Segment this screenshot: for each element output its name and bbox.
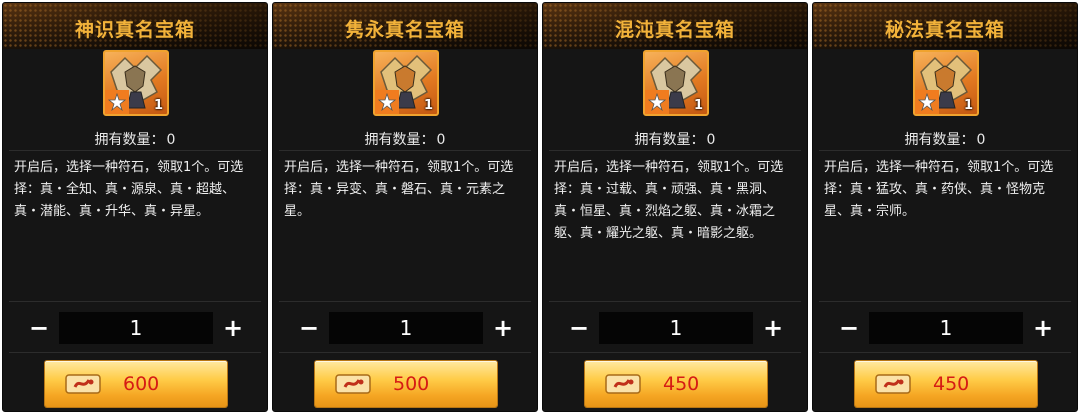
ticket-icon bbox=[65, 374, 101, 394]
chest-item-slot[interactable]: 1 bbox=[913, 50, 979, 116]
chest-card: 混沌真名宝箱 1 拥有数量： 0 开启后，选择一种符石，领取1个。可选择：真・过载… bbox=[542, 2, 808, 412]
chest-title: 混沌真名宝箱 bbox=[614, 19, 735, 41]
buy-button[interactable]: 600 bbox=[45, 361, 227, 407]
quantity-field[interactable]: 1 bbox=[869, 312, 1023, 344]
owned-label: 拥有数量： bbox=[94, 132, 165, 148]
ticket-icon bbox=[605, 374, 641, 394]
chest-item-slot[interactable]: 1 bbox=[103, 50, 169, 116]
divider bbox=[9, 352, 261, 353]
increase-button[interactable]: + bbox=[1029, 314, 1057, 342]
divider bbox=[9, 150, 261, 151]
owned-count-row: 拥有数量： 0 bbox=[3, 129, 267, 149]
owned-count: 0 bbox=[166, 132, 176, 148]
chest-item-slot[interactable]: 1 bbox=[373, 50, 439, 116]
divider bbox=[549, 352, 801, 353]
card-header: 混沌真名宝箱 bbox=[543, 3, 807, 49]
decrease-button[interactable]: − bbox=[835, 314, 863, 342]
divider bbox=[279, 150, 531, 151]
chest-shop: 神识真名宝箱 1 拥有数量： 0 开启后，选择一种符石，领取1个。可选择：真・全知… bbox=[0, 0, 1080, 415]
divider bbox=[279, 301, 531, 302]
decrease-button[interactable]: − bbox=[25, 314, 53, 342]
price: 600 bbox=[123, 373, 160, 395]
owned-label: 拥有数量： bbox=[634, 132, 705, 148]
item-count: 1 bbox=[423, 98, 433, 113]
chest-description: 开启后，选择一种符石，领取1个。可选择：真・过载、真・顽强、真・黑洞、真・恒星、… bbox=[554, 160, 784, 241]
chest-card: 秘法真名宝箱 1 拥有数量： 0 开启后，选择一种符石，领取1个。可选择：真・猛攻… bbox=[812, 2, 1078, 412]
decrease-button[interactable]: − bbox=[295, 314, 323, 342]
buy-button[interactable]: 450 bbox=[585, 361, 767, 407]
owned-count-row: 拥有数量： 0 bbox=[813, 129, 1077, 149]
quantity-field[interactable]: 1 bbox=[59, 312, 213, 344]
decrease-button[interactable]: − bbox=[565, 314, 593, 342]
increase-button[interactable]: + bbox=[219, 314, 247, 342]
quantity-field[interactable]: 1 bbox=[329, 312, 483, 344]
quantity-stepper: − 1 + bbox=[25, 312, 247, 344]
owned-count: 0 bbox=[706, 132, 716, 148]
quantity-stepper: − 1 + bbox=[565, 312, 787, 344]
chest-title: 神识真名宝箱 bbox=[74, 19, 195, 41]
chest-item-slot[interactable]: 1 bbox=[643, 50, 709, 116]
card-header: 神识真名宝箱 bbox=[3, 3, 267, 49]
card-header: 隽永真名宝箱 bbox=[273, 3, 537, 49]
item-count: 1 bbox=[153, 98, 163, 113]
quantity-stepper: − 1 + bbox=[295, 312, 517, 344]
card-header: 秘法真名宝箱 bbox=[813, 3, 1077, 49]
buy-button[interactable]: 450 bbox=[855, 361, 1037, 407]
quantity-stepper: − 1 + bbox=[835, 312, 1057, 344]
chest-card: 隽永真名宝箱 1 拥有数量： 0 开启后，选择一种符石，领取1个。可选择：真・异变… bbox=[272, 2, 538, 412]
owned-count: 0 bbox=[436, 132, 446, 148]
item-count: 1 bbox=[963, 98, 973, 113]
chest-description: 开启后，选择一种符石，领取1个。可选择：真・全知、真・源泉、真・超越、真・潜能、… bbox=[14, 160, 244, 219]
ticket-icon bbox=[875, 374, 911, 394]
divider bbox=[819, 150, 1071, 151]
divider bbox=[549, 150, 801, 151]
price: 450 bbox=[933, 373, 970, 395]
price: 450 bbox=[663, 373, 700, 395]
chest-description: 开启后，选择一种符石，领取1个。可选择：真・猛攻、真・药侠、真・怪物克星、真・宗… bbox=[824, 160, 1054, 219]
price: 500 bbox=[393, 373, 430, 395]
chest-title: 隽永真名宝箱 bbox=[344, 19, 465, 41]
chest-description: 开启后，选择一种符石，领取1个。可选择：真・异变、真・磐石、真・元素之星。 bbox=[284, 160, 514, 219]
divider bbox=[819, 301, 1071, 302]
owned-count: 0 bbox=[976, 132, 986, 148]
divider bbox=[549, 301, 801, 302]
divider bbox=[819, 352, 1071, 353]
chest-title: 秘法真名宝箱 bbox=[884, 19, 1005, 41]
ticket-icon bbox=[335, 374, 371, 394]
chest-card: 神识真名宝箱 1 拥有数量： 0 开启后，选择一种符石，领取1个。可选择：真・全知… bbox=[2, 2, 268, 412]
owned-count-row: 拥有数量： 0 bbox=[273, 129, 537, 149]
owned-label: 拥有数量： bbox=[904, 132, 975, 148]
divider bbox=[279, 352, 531, 353]
quantity-field[interactable]: 1 bbox=[599, 312, 753, 344]
buy-button[interactable]: 500 bbox=[315, 361, 497, 407]
divider bbox=[9, 301, 261, 302]
owned-label: 拥有数量： bbox=[364, 132, 435, 148]
increase-button[interactable]: + bbox=[759, 314, 787, 342]
owned-count-row: 拥有数量： 0 bbox=[543, 129, 807, 149]
increase-button[interactable]: + bbox=[489, 314, 517, 342]
item-count: 1 bbox=[693, 98, 703, 113]
